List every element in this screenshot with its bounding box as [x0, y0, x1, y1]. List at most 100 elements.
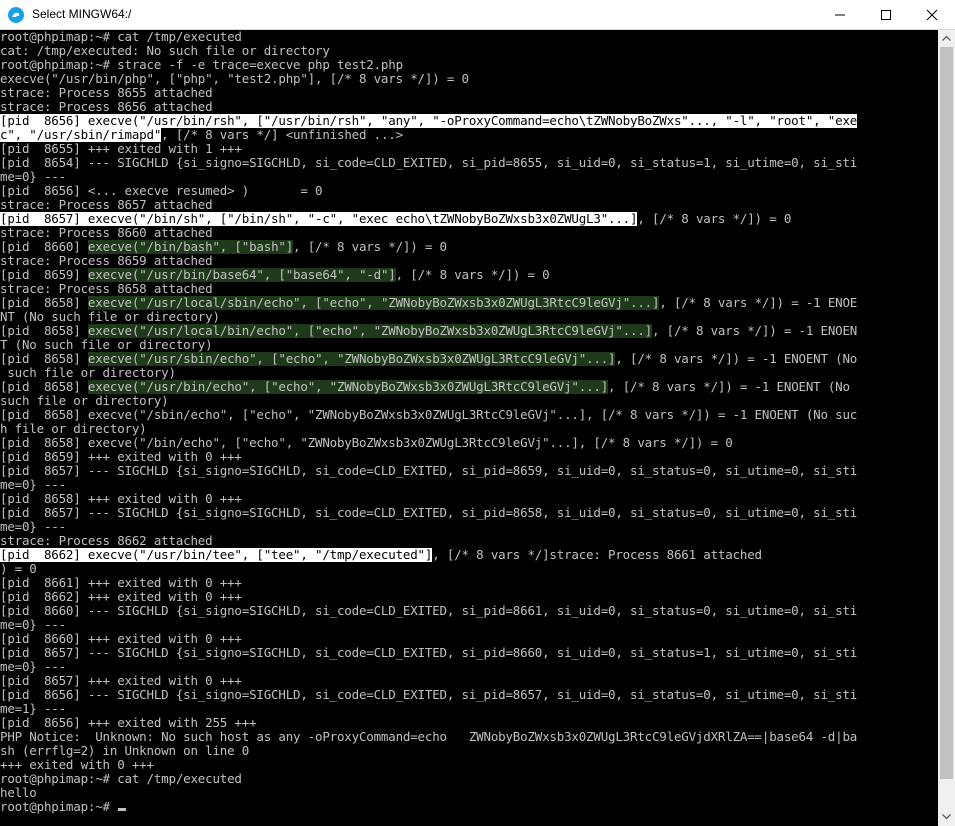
line-text: [pid 8657] --- SIGCHLD {si_signo=SIGCHLD…	[0, 464, 858, 478]
terminal-line: strace: Process 8660 attached	[0, 226, 938, 240]
line-text: [pid 8658] execve("/bin/echo", ["echo", …	[0, 436, 733, 450]
line-text: NT (No such file or directory)	[0, 310, 220, 324]
close-icon	[926, 9, 938, 21]
line-text: [pid 8655] +++ exited with 1 +++	[0, 142, 242, 156]
terminal-line: strace: Process 8655 attached	[0, 86, 938, 100]
line-text: , [/* 8 vars */]) = -1 ENOEN	[652, 324, 858, 338]
line-text: root@phpimap:~# cat /tmp/executed	[0, 772, 242, 786]
line-text: [pid 8656] +++ exited with 255 +++	[0, 716, 257, 730]
title-bar[interactable]: Select MINGW64:/	[0, 0, 955, 30]
line-text: , [/* 8 vars */]) = -1 ENOENT (No	[608, 380, 850, 394]
terminal-line: NT (No such file or directory)	[0, 310, 938, 324]
terminal-line: hello	[0, 786, 938, 800]
close-button[interactable]	[909, 0, 955, 29]
terminal-line: sh (errflg=2) in Unknown on line 0	[0, 744, 938, 758]
line-text: such file or directory)	[0, 366, 176, 380]
terminal-line: +++ exited with 0 +++	[0, 758, 938, 772]
terminal-line: [pid 8654] --- SIGCHLD {si_signo=SIGCHLD…	[0, 156, 938, 170]
line-text: me=0} ---	[0, 660, 66, 674]
line-text: [pid 8658] +++ exited with 0 +++	[0, 492, 242, 506]
line-text: [pid 8660] +++ exited with 0 +++	[0, 632, 242, 646]
line-text: , [/* 8 vars */]strace: Process 8661 att…	[432, 548, 762, 562]
terminal-line: [pid 8657] --- SIGCHLD {si_signo=SIGCHLD…	[0, 464, 938, 478]
maximize-icon	[881, 10, 891, 20]
terminal-line: root@phpimap:~#	[0, 800, 938, 814]
highlighted-text: [pid 8662] execve("/usr/bin/tee", ["tee"…	[0, 548, 433, 562]
terminal-line: [pid 8661] +++ exited with 0 +++	[0, 576, 938, 590]
terminal-line: [pid 8656] +++ exited with 255 +++	[0, 716, 938, 730]
terminal-line: cat: /tmp/executed: No such file or dire…	[0, 44, 938, 58]
line-text: [pid 8657] --- SIGCHLD {si_signo=SIGCHLD…	[0, 646, 858, 660]
terminal-line: [pid 8659] +++ exited with 0 +++	[0, 450, 938, 464]
highlighted-text: [pid 8656] execve("/usr/bin/rsh", ["/usr…	[0, 114, 858, 128]
terminal-line: PHP Notice: Unknown: No such host as any…	[0, 730, 938, 744]
window-title: Select MINGW64:/	[32, 7, 132, 21]
mintty-app-icon[interactable]	[8, 7, 24, 23]
line-text: , [/* 8 vars */]) = -1 ENOENT (No	[615, 352, 858, 366]
terminal-line: [pid 8657] --- SIGCHLD {si_signo=SIGCHLD…	[0, 646, 938, 660]
match-highlight: execve("/usr/local/bin/echo", ["echo", "…	[87, 324, 652, 338]
line-text: execve("/usr/bin/php", ["php", "test2.ph…	[0, 72, 469, 86]
line-text: [pid 8659] +++ exited with 0 +++	[0, 450, 242, 464]
line-text: [pid 8656] --- SIGCHLD {si_signo=SIGCHLD…	[0, 688, 858, 702]
line-text: , [/* 8 vars */]) = 0	[395, 268, 550, 282]
terminal-line: strace: Process 8658 attached	[0, 282, 938, 296]
terminal-line: strace: Process 8662 attached	[0, 534, 938, 548]
line-text: strace: Process 8659 attached	[0, 254, 213, 268]
highlighted-text: [pid 8657] execve("/bin/sh", ["/bin/sh",…	[0, 212, 638, 226]
terminal-lines: root@phpimap:~# cat /tmp/executed cat: /t…	[0, 30, 938, 814]
line-text: h file or directory)	[0, 422, 147, 436]
line-text: strace: Process 8662 attached	[0, 534, 213, 548]
line-text: strace: Process 8656 attached	[0, 100, 213, 114]
scroll-down-button[interactable]	[938, 809, 955, 826]
match-highlight: execve("/usr/sbin/echo", ["echo", "ZWNob…	[87, 352, 616, 366]
terminal-line: [pid 8660] execve("/bin/bash", ["bash"],…	[0, 240, 938, 254]
chevron-down-icon	[942, 814, 951, 820]
terminal-line: strace: Process 8656 attached	[0, 100, 938, 114]
terminal-line: ) = 0	[0, 562, 938, 576]
match-highlight: execve("/bin/bash", ["bash"]	[87, 240, 294, 254]
minimize-button[interactable]	[817, 0, 863, 29]
scroll-up-button[interactable]	[938, 30, 955, 47]
terminal-line: such file or directory)	[0, 394, 938, 408]
terminal-line: root@phpimap:~# cat /tmp/executed	[0, 30, 938, 44]
line-text: strace: Process 8658 attached	[0, 282, 213, 296]
line-text: me=0} ---	[0, 170, 66, 184]
line-text: hello	[0, 786, 37, 800]
terminal-line: strace: Process 8657 attached	[0, 198, 938, 212]
vertical-scrollbar[interactable]	[938, 30, 955, 826]
terminal-line: [pid 8656] execve("/usr/bin/rsh", ["/usr…	[0, 114, 938, 128]
line-text: [pid 8658] execve("/sbin/echo", ["echo",…	[0, 408, 858, 422]
minimize-icon	[835, 14, 845, 16]
scroll-thumb[interactable]	[940, 47, 953, 779]
terminal-line: me=0} ---	[0, 478, 938, 492]
terminal-line: [pid 8658] execve("/usr/local/sbin/echo"…	[0, 296, 938, 310]
line-text: [pid 8658]	[0, 324, 88, 338]
highlighted-text: c", "/usr/sbin/rimapd"	[0, 128, 162, 142]
line-text: , [/* 8 vars */]) = 0	[293, 240, 447, 254]
terminal-line: root@phpimap:~# cat /tmp/executed	[0, 772, 938, 786]
maximize-button[interactable]	[863, 0, 909, 29]
terminal-line: [pid 8658] execve("/usr/bin/echo", ["ech…	[0, 380, 938, 394]
line-text: [pid 8662] +++ exited with 0 +++	[0, 590, 242, 604]
scroll-track[interactable]	[940, 47, 953, 809]
line-text: strace: Process 8655 attached	[0, 86, 213, 100]
line-text: T (No such file or directory)	[0, 338, 213, 352]
terminal-output[interactable]: root@phpimap:~# cat /tmp/executed cat: /t…	[0, 30, 938, 826]
terminal-line: [pid 8659] execve("/usr/bin/base64", ["b…	[0, 268, 938, 282]
line-text: [pid 8656] <... execve resumed> ) = 0	[0, 184, 323, 198]
terminal-line: root@phpimap:~# strace -f -e trace=execv…	[0, 58, 938, 72]
line-text: [pid 8658]	[0, 352, 88, 366]
line-text: , [/* 8 vars */] <unfinished ...>	[161, 128, 403, 142]
line-text: me=0} ---	[0, 520, 66, 534]
terminal-line: execve("/usr/bin/php", ["php", "test2.ph…	[0, 72, 938, 86]
line-text: [pid 8660]	[0, 240, 88, 254]
terminal-line: me=0} ---	[0, 520, 938, 534]
terminal-line: [pid 8658] execve("/sbin/echo", ["echo",…	[0, 408, 938, 422]
terminal-line: [pid 8657] +++ exited with 0 +++	[0, 674, 938, 688]
terminal-line: [pid 8660] +++ exited with 0 +++	[0, 632, 938, 646]
line-text: [pid 8659]	[0, 268, 88, 282]
terminal-line: me=0} ---	[0, 618, 938, 632]
terminal-line: [pid 8656] --- SIGCHLD {si_signo=SIGCHLD…	[0, 688, 938, 702]
terminal-line: T (No such file or directory)	[0, 338, 938, 352]
